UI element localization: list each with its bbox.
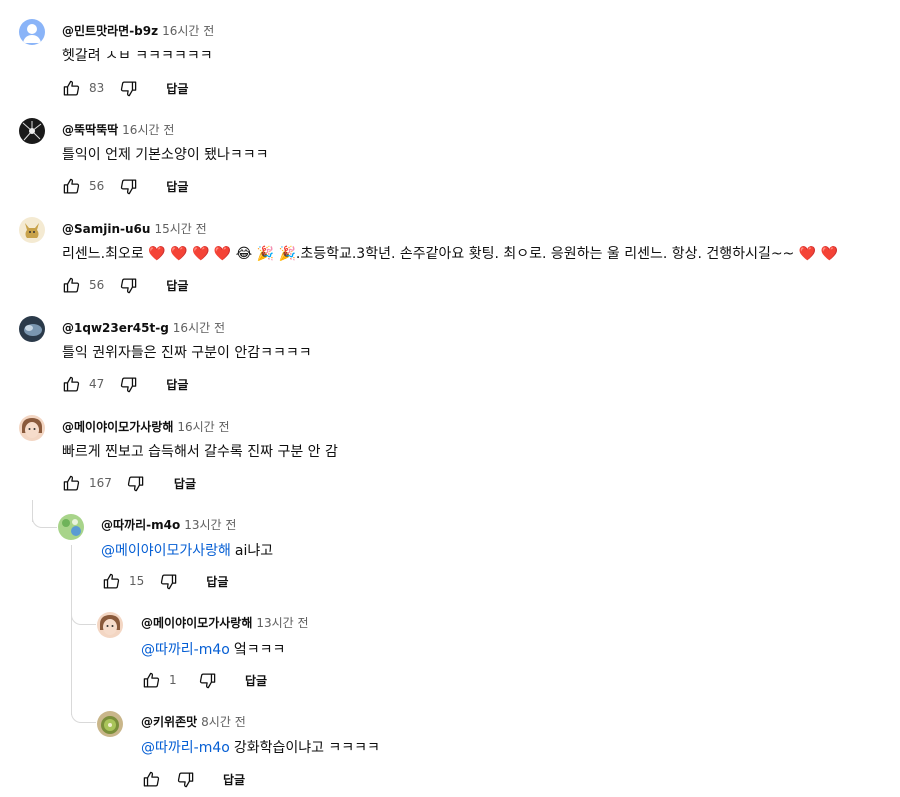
thread-connector [71,700,96,723]
like-count: 167 [89,476,112,490]
dislike-icon[interactable] [158,571,178,591]
like-count: 56 [89,278,105,292]
reply-button[interactable]: 답글 [166,277,188,294]
comment-text-part: 리센느.최오로 [62,246,144,262]
reply-button[interactable]: 답글 [166,80,188,97]
like-icon[interactable] [61,275,81,295]
like-count: 47 [89,377,105,391]
like-icon[interactable] [141,769,161,789]
reply-time[interactable]: 13시간 전 [256,616,308,630]
reply-text: 엌ㅋㅋㅋ [233,642,286,658]
reply-button[interactable]: 답글 [174,475,196,492]
dislike-icon[interactable] [118,78,138,98]
avatar[interactable] [97,711,123,737]
reply-button[interactable]: 답글 [206,573,228,590]
comment-text: 틀익이 언제 기본소양이 됐나ㅋㅋㅋ [62,147,269,163]
dislike-icon[interactable] [175,769,195,789]
avatar[interactable] [19,415,45,441]
like-count: 1 [169,673,177,687]
comment-text: 헷갈려 ㅅㅂ ㅋㅋㅋㅋㅋㅋ [62,48,213,64]
like-count: 83 [89,81,105,95]
dislike-icon[interactable] [126,473,146,493]
reply-time[interactable]: 13시간 전 [184,518,236,532]
reply-text: 강화학습이냐고 ㅋㅋㅋㅋ [233,740,380,756]
like-icon[interactable] [141,670,161,690]
like-icon[interactable] [61,473,81,493]
heart-emoji-icon: ❤️ [798,246,817,262]
reply-button[interactable]: 답글 [245,672,267,689]
reply-author[interactable]: @메이야이모가사랑해 [141,616,252,630]
reply-text: ai냐고 [234,543,274,559]
thread-line-reply [71,545,72,715]
comment-time[interactable]: 16시간 전 [122,123,174,137]
heart-emoji-icon: ❤️ [820,246,839,262]
dislike-icon[interactable] [118,374,138,394]
comment-time[interactable]: 16시간 전 [162,24,214,38]
comment-text: 빠르게 찐보고 습득해서 갈수록 진짜 구분 안 감 [62,444,338,460]
dislike-icon[interactable] [118,275,138,295]
thread-connector [32,505,57,528]
heart-emoji-icon: ❤️ [170,246,188,262]
avatar[interactable] [97,612,123,638]
avatar[interactable] [58,514,84,540]
like-icon[interactable] [101,571,121,591]
dislike-icon[interactable] [118,176,138,196]
comment-time[interactable]: 16시간 전 [173,321,225,335]
reply-button[interactable]: 답글 [223,771,245,788]
reply-button[interactable]: 답글 [166,376,188,393]
comment-author[interactable]: @메이야이모가사랑해 [62,420,173,434]
comment-author[interactable]: @1qw23er45t-g [62,321,169,335]
comment-author[interactable]: @Samjin-u6u [62,222,150,236]
reply-author[interactable]: @따까리-m4o [101,518,180,532]
like-icon[interactable] [61,78,81,98]
comment-text: 리센느.최오로 ❤️ ❤️ ❤️ ❤️ 😂 🎉 🎉.초등학교.3학년. 손주같아… [62,243,838,263]
avatar[interactable] [19,217,45,243]
heart-emoji-icon: ❤️ [191,246,210,262]
reply-author[interactable]: @키위존맛 [141,715,197,729]
avatar[interactable] [19,19,45,45]
mention-link[interactable]: @따까리-m4o [141,740,230,756]
comment-author[interactable]: @민트맛라면-b9z [62,24,158,38]
reply-time[interactable]: 8시간 전 [201,715,246,729]
reply-button[interactable]: 답글 [166,178,188,195]
heart-emoji-icon: ❤️ [148,246,166,262]
comment-author[interactable]: @뚝딱뚝딱 [62,123,118,137]
comment-text-part: .초등학교.3학년. 손주같아요 홧팅. 최ㅇ로. 응원하는 울 리센느. 항상… [295,246,795,262]
like-icon[interactable] [61,176,81,196]
party-emoji-icon: 🎉 [278,246,296,262]
mention-link[interactable]: @메이야이모가사랑해 [101,543,231,559]
avatar[interactable] [19,316,45,342]
comment-time[interactable]: 15시간 전 [154,222,206,236]
dislike-icon[interactable] [197,670,217,690]
party-emoji-icon: 🎉 [256,246,274,262]
heart-emoji-icon: ❤️ [213,246,232,262]
comment-text: 틀익 권위자들은 진짜 구분이 안감ㅋㅋㅋㅋ [62,345,312,361]
comment-time[interactable]: 16시간 전 [177,420,229,434]
like-count: 56 [89,179,105,193]
like-icon[interactable] [61,374,81,394]
laughing-emoji-icon: 😂 [235,246,253,262]
thread-connector [71,600,96,625]
like-count: 15 [129,574,145,588]
mention-link[interactable]: @따까리-m4o [141,642,230,658]
avatar[interactable] [19,118,45,144]
